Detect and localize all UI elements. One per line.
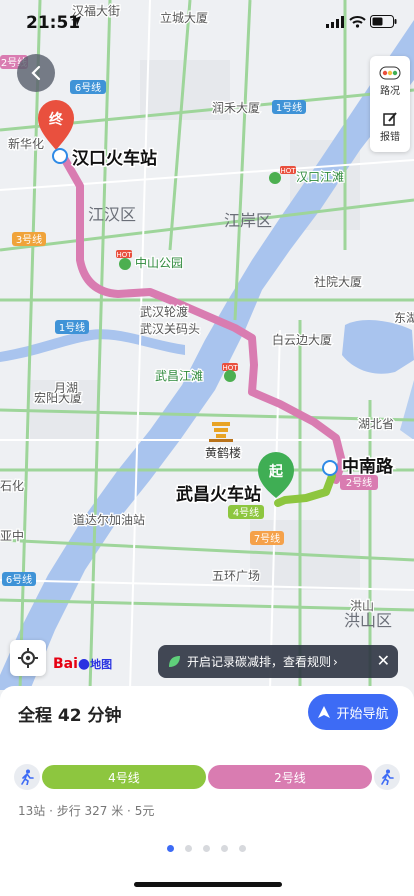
hot-badge: HOT <box>116 251 132 259</box>
baidu-logo-map: 地图 <box>90 658 113 671</box>
wifi-icon <box>349 16 366 28</box>
poi-hankou-jiangtan: 汉口江滩 <box>296 170 344 184</box>
start-marker-label: 起 <box>268 463 284 480</box>
chevron-left-icon <box>31 65 41 81</box>
page-dot[interactable] <box>239 845 246 852</box>
location-arrow-icon <box>71 16 81 26</box>
poi-top-road3: 新华化 <box>8 136 44 151</box>
page-dot[interactable] <box>221 845 228 852</box>
line-tag-1: 1号线 <box>59 321 85 334</box>
label-jianghan: 江汉区 <box>88 205 136 224</box>
poi-shihua: 石化 <box>0 479 24 493</box>
line-tag-7: 7号线 <box>254 532 280 545</box>
poi-hubei: 湖北省 <box>358 416 394 431</box>
status-bar: 21:51 <box>0 0 414 44</box>
back-button[interactable] <box>17 54 55 92</box>
report-label: 报错 <box>380 131 400 143</box>
traffic-light-icon <box>379 66 401 79</box>
poi-yazhong: 亚中 <box>0 528 24 543</box>
line-tag-2-route: 2号线 <box>346 476 372 489</box>
start-navigation-button[interactable]: 开始导航 <box>308 694 398 730</box>
traffic-label: 路况 <box>380 85 400 97</box>
poi-shekang: 社院大厦 <box>314 274 362 289</box>
park-pin-icon <box>119 258 131 270</box>
carbon-banner-text: 开启记录碳减排，查看规则 <box>187 655 332 669</box>
poi-ferry-1: 武汉轮渡 <box>140 304 188 319</box>
page-dot-active[interactable] <box>167 845 174 852</box>
locate-button[interactable] <box>10 640 46 676</box>
start-navigation-label: 开始导航 <box>336 706 389 722</box>
line-tag-6-bottom: 6号线 <box>6 573 32 586</box>
edit-icon <box>383 111 397 126</box>
station-hankou: 汉口火车站 <box>72 148 157 169</box>
label-hongshan: 洪山区 <box>344 611 392 630</box>
route-segments[interactable]: 4号线 2号线 <box>14 764 400 790</box>
hot-badge: HOT <box>280 167 296 175</box>
line-tag-1-top: 1号线 <box>276 101 302 114</box>
signal-icon <box>326 16 344 28</box>
poi-zhongshan-park: 中山公园 <box>135 255 183 270</box>
battery-icon <box>370 15 397 28</box>
baidu-logo-bai: Bai <box>53 656 78 672</box>
map-tools-panel: 路况 报错 <box>370 56 410 152</box>
traffic-button[interactable]: 路况 <box>370 58 410 104</box>
poi-dongsheng: 东湖 <box>394 310 414 325</box>
chevron-right-icon: › <box>333 654 338 669</box>
total-time: 全程 42 分钟 <box>18 706 122 726</box>
close-icon[interactable]: ✕ <box>377 651 390 670</box>
page-indicator[interactable] <box>167 845 257 852</box>
page-dot[interactable] <box>185 845 192 852</box>
map-canvas[interactable]: 终 起 汉口火车站 武昌火车站 中南路 6号线 1号线 3号线 1号线 2号线 … <box>0 0 414 690</box>
poi-yellow-crane: 黄鹤楼 <box>205 445 241 460</box>
poi-daodal: 道达尔加油站 <box>73 512 145 527</box>
station-wuchang: 武昌火车站 <box>176 484 261 505</box>
walk-icon <box>14 764 40 790</box>
poi-runhe: 润禾大厦 <box>212 101 260 115</box>
station-zhongnan: 中南路 <box>342 456 394 477</box>
walk-icon <box>374 764 400 790</box>
paw-icon: ● <box>77 656 91 672</box>
route-sheet: 全程 42 分钟 开始导航 4号线 2号线 13站 · 步行 327 米 · 5… <box>0 686 414 896</box>
poi-baiyun: 白云边大厦 <box>272 332 332 347</box>
poi-yuecheng: 月湖 <box>54 380 78 395</box>
segment-line-2[interactable]: 2号线 <box>208 765 372 789</box>
poi-wuchang-jiangtan: 武昌江滩 <box>155 369 203 383</box>
line-tag-6-top: 6号线 <box>75 81 101 94</box>
leaf-icon <box>169 655 180 667</box>
report-error-button[interactable]: 报错 <box>370 104 410 150</box>
segment-line-4[interactable]: 4号线 <box>42 765 206 789</box>
navigation-arrow-icon <box>318 706 331 718</box>
baidu-logo: Bai●地图 <box>53 656 112 672</box>
label-jiangan: 江岸区 <box>224 211 272 230</box>
line-tag-4: 4号线 <box>233 506 259 519</box>
carbon-banner[interactable]: 开启记录碳减排，查看规则 › ✕ <box>158 645 398 678</box>
locate-icon <box>18 648 38 668</box>
park-pin-icon <box>224 370 236 382</box>
line-tag-3: 3号线 <box>16 233 42 246</box>
poi-wuhuan: 五环广场 <box>212 569 260 583</box>
poi-hongshan-south: 洪山 <box>350 599 374 613</box>
route-info: 13站 · 步行 327 米 · 5元 <box>18 804 155 818</box>
park-pin-icon <box>269 172 281 184</box>
page-dot[interactable] <box>203 845 210 852</box>
home-indicator <box>134 882 282 887</box>
poi-ferry-2: 武汉关码头 <box>140 322 200 336</box>
end-marker-label: 终 <box>49 111 64 128</box>
